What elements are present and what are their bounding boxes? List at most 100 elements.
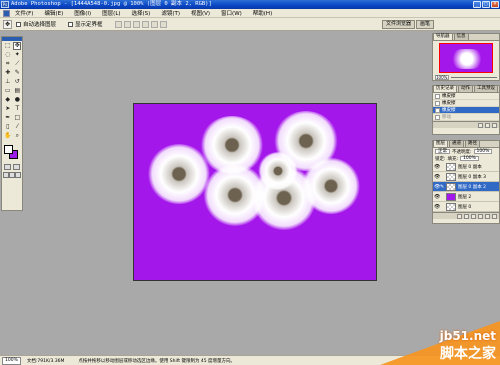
standard-mode-icon[interactable] — [4, 164, 11, 170]
pen-tool-icon[interactable]: ✒ — [3, 114, 12, 122]
history-item[interactable]: 移动 — [433, 114, 499, 121]
layer-row[interactable]: 👁 图层 0 副本 — [433, 162, 499, 172]
path-select-tool-icon[interactable]: ➤ — [3, 105, 12, 113]
clone-stamp-tool-icon[interactable]: ⊥ — [3, 78, 12, 86]
visibility-eye-icon[interactable]: 👁 — [434, 184, 440, 190]
dandelion-image — [302, 158, 360, 214]
menu-help[interactable]: 帮助(H) — [253, 9, 272, 17]
healing-brush-tool-icon[interactable]: ✚ — [3, 69, 12, 77]
history-item[interactable]: 橡皮擦 — [433, 100, 499, 107]
new-snapshot-icon[interactable] — [485, 123, 490, 128]
auto-select-checkbox[interactable] — [16, 21, 21, 27]
color-swatches — [2, 143, 22, 163]
visibility-eye-icon[interactable]: 👁 — [434, 194, 440, 200]
history-item[interactable]: 橡皮擦 — [433, 93, 499, 100]
visibility-eye-icon[interactable]: 👁 — [434, 204, 440, 210]
menu-file[interactable]: 文件(F) — [15, 9, 33, 17]
menu-select[interactable]: 选择(S) — [132, 9, 151, 17]
navigator-zoom-slider[interactable] — [451, 77, 497, 78]
tab-file-browser[interactable]: 文件浏览器 — [381, 20, 415, 29]
history-item-selected[interactable]: 橡皮擦 — [433, 107, 499, 114]
move-tool-icon[interactable]: ✥ — [13, 42, 22, 50]
zoom-tool-icon[interactable]: ⌕ — [13, 132, 21, 140]
move-tool-preset-icon[interactable]: ✥ — [3, 19, 12, 29]
align-center-icon[interactable] — [150, 20, 158, 28]
tab-paths[interactable]: 路径 — [465, 140, 480, 147]
lasso-tool-icon[interactable]: ◌ — [3, 51, 12, 59]
dodge-tool-icon[interactable]: ● — [13, 96, 21, 104]
fill-field[interactable]: 100% — [460, 156, 479, 161]
foreground-color-swatch[interactable] — [4, 145, 13, 154]
new-layer-icon[interactable] — [485, 214, 490, 219]
align-middle-icon[interactable] — [123, 20, 131, 28]
quick-mask-mode-icon[interactable] — [13, 164, 20, 170]
tab-navigator[interactable]: 导航器 — [433, 33, 453, 40]
status-zoom-field[interactable]: 100% — [2, 356, 21, 365]
opacity-field[interactable]: 100% — [473, 149, 493, 154]
paintbrush-icon: ✎ — [440, 183, 445, 190]
blend-mode-select[interactable]: 正常 — [435, 149, 450, 154]
layer-style-icon[interactable] — [457, 214, 462, 219]
layer-thumbnail — [446, 192, 456, 201]
slice-tool-icon[interactable]: ⟋ — [13, 60, 21, 68]
menu-image[interactable]: 图像(I) — [74, 9, 91, 17]
align-top-icon[interactable] — [114, 20, 122, 28]
minimize-button[interactable]: _ — [473, 1, 481, 8]
tab-brushes[interactable]: 画笔 — [415, 20, 434, 29]
magic-wand-tool-icon[interactable]: ✦ — [13, 51, 21, 59]
tab-info[interactable]: 信息 — [453, 33, 469, 40]
show-bounds-checkbox[interactable] — [68, 21, 74, 27]
menu-edit[interactable]: 编辑(E) — [44, 9, 63, 17]
navigator-preview[interactable] — [439, 43, 493, 73]
tab-tool-presets[interactable]: 工具预设 — [474, 85, 498, 92]
layers-panel: 图层 通道 路径 正常 不透明度: 100% 锁定: 填充: 100% 👁 图层 … — [432, 140, 500, 224]
tab-actions[interactable]: 动作 — [458, 85, 473, 92]
blur-tool-icon[interactable]: ◆ — [3, 96, 12, 104]
menu-window[interactable]: 窗口(W) — [221, 9, 242, 17]
eyedropper-tool-icon[interactable]: ⁄ — [13, 123, 21, 131]
type-tool-icon[interactable]: T — [13, 105, 21, 113]
maximize-button[interactable]: □ — [482, 1, 490, 8]
layer-row[interactable]: 👁 图层 2 — [433, 192, 499, 202]
history-step-icon — [435, 93, 440, 99]
dandelion-image — [148, 144, 210, 204]
eraser-tool-icon[interactable]: ▭ — [3, 87, 12, 95]
document-canvas[interactable] — [133, 103, 377, 281]
shape-tool-icon[interactable]: □ — [13, 114, 21, 122]
visibility-eye-icon[interactable]: 👁 — [434, 174, 440, 180]
layer-mask-icon[interactable] — [464, 214, 469, 219]
align-right-icon[interactable] — [159, 20, 167, 28]
menu-view[interactable]: 视图(V) — [191, 9, 210, 17]
new-document-icon[interactable] — [478, 123, 483, 128]
navigator-zoom-field[interactable]: 100% — [435, 75, 449, 80]
tab-channels[interactable]: 通道 — [449, 140, 464, 147]
watermark-sitename: 脚本之家 — [440, 346, 496, 362]
history-brush-tool-icon[interactable]: ↺ — [13, 78, 21, 86]
history-item-label: 橡皮擦 — [442, 94, 456, 99]
close-button[interactable]: × — [491, 1, 499, 8]
layer-row-selected[interactable]: 👁 ✎ 图层 0 副本 2 — [433, 182, 499, 192]
notes-tool-icon[interactable]: ▯ — [3, 123, 12, 131]
tab-layers[interactable]: 图层 — [433, 140, 448, 147]
menu-filter[interactable]: 滤镜(T) — [161, 9, 180, 17]
hand-tool-icon[interactable]: ✋ — [3, 132, 12, 140]
full-screen-icon[interactable] — [15, 172, 21, 178]
tab-history[interactable]: 历史记录 — [433, 85, 457, 92]
brush-tool-icon[interactable]: ✎ — [13, 69, 21, 77]
marquee-tool-icon[interactable]: ⬚ — [3, 42, 12, 50]
layer-name: 图层 2 — [458, 194, 472, 200]
new-adjustment-layer-icon[interactable] — [478, 214, 483, 219]
navigator-tabs: 导航器 信息 — [433, 33, 499, 41]
new-layer-set-icon[interactable] — [471, 214, 476, 219]
trash-icon[interactable] — [492, 214, 497, 219]
align-bottom-icon[interactable] — [132, 20, 140, 28]
align-left-icon[interactable] — [141, 20, 149, 28]
crop-tool-icon[interactable]: ⌗ — [3, 60, 12, 68]
trash-icon[interactable] — [492, 123, 497, 128]
layer-row[interactable]: 👁 图层 0 副本 3 — [433, 172, 499, 182]
gradient-tool-icon[interactable]: ▤ — [13, 87, 21, 95]
layer-row[interactable]: 👁 图层 0 — [433, 202, 499, 212]
menu-layer[interactable]: 图层(L) — [102, 9, 120, 17]
visibility-eye-icon[interactable]: 👁 — [434, 164, 440, 170]
document-size[interactable]: 文档:791K/3.36M — [27, 358, 64, 364]
